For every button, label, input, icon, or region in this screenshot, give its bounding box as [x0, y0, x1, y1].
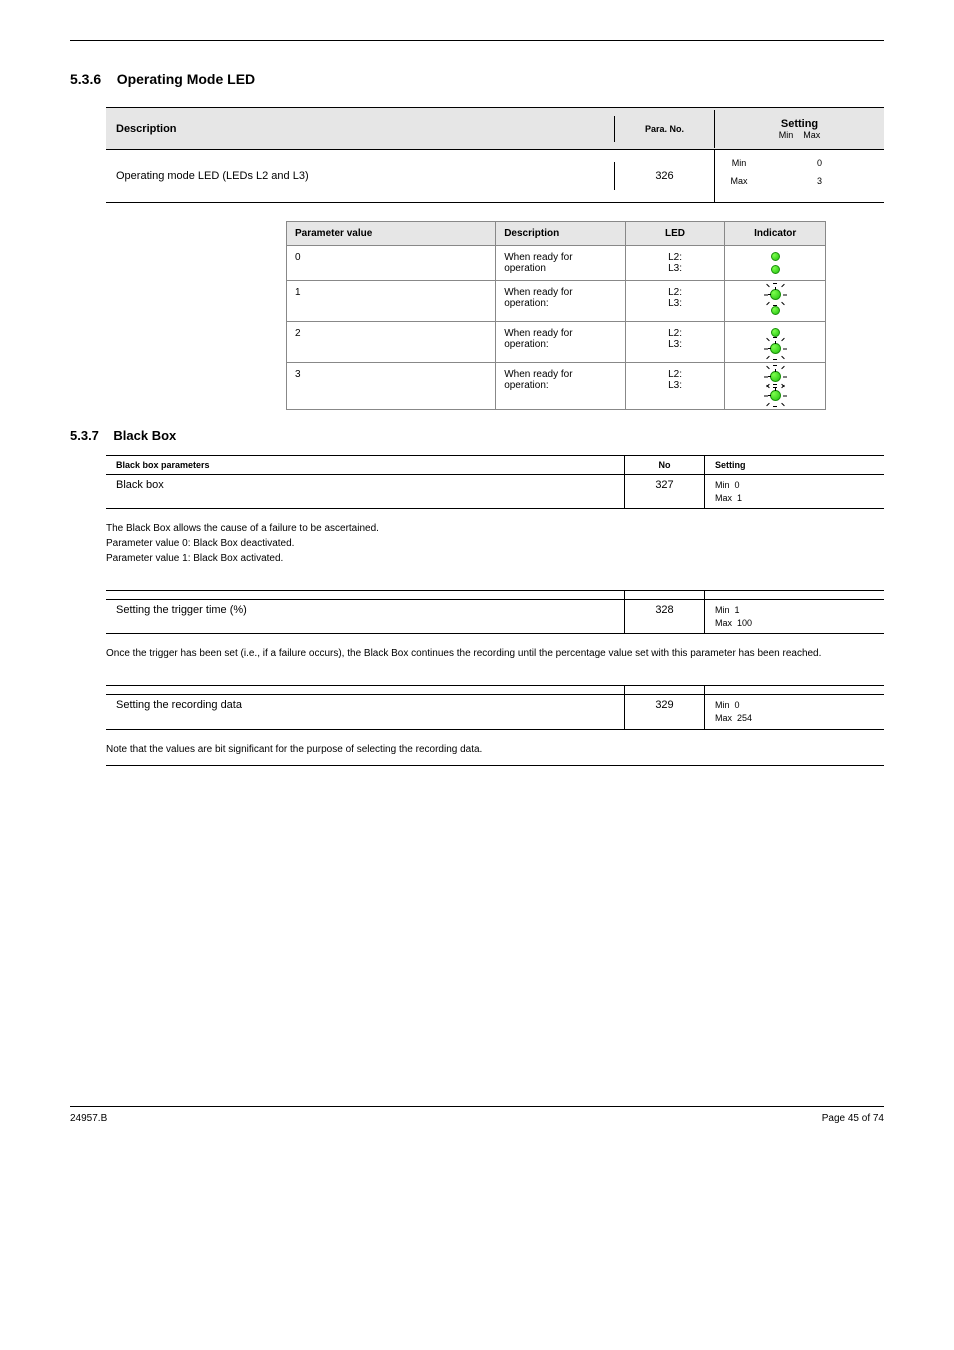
led-flash-icon — [768, 388, 783, 403]
indicator-header-row: Parameter value Description LED Indicato… — [287, 222, 825, 245]
ind-led: L2: L3: — [626, 322, 726, 362]
trig-row-num: 328 — [624, 600, 704, 633]
data-bottom-rule — [106, 765, 884, 766]
data-row-desc: Setting the recording data — [106, 695, 624, 728]
data-param-table: Setting the recording data 329 Min 0 Max… — [106, 685, 884, 729]
bb-row-set: Min 0 Max 1 — [704, 475, 884, 508]
ind-desc: When ready for operation — [496, 246, 626, 280]
bb-hdr-set: Setting — [704, 456, 884, 474]
top-rule — [70, 40, 884, 41]
ind-hdr-3: Indicator — [725, 222, 825, 245]
ind-hdr-0: Parameter value — [287, 222, 496, 245]
trigger-param-table: Setting the trigger time (%) 328 Min 1 M… — [106, 590, 884, 634]
bb-hdr-desc: Black box parameters — [106, 456, 624, 474]
page-footer: 24957.B Page 45 of 74 — [70, 1107, 884, 1130]
indicator-row: 1 When ready for operation: L2: L3: — [287, 280, 825, 321]
section-number: 5.3.6 — [70, 71, 101, 87]
param-desc: Operating mode LED (LEDs L2 and L3) — [106, 162, 614, 190]
ind-desc: When ready for operation: — [496, 363, 626, 409]
led-flash-icon — [768, 369, 783, 384]
trig-row-desc: Setting the trigger time (%) — [106, 600, 624, 633]
bb-hdr-num: No — [624, 456, 704, 474]
indicator-row: 3 When ready for operation: L2: L3: — [287, 362, 825, 409]
col-header-desc: Description — [106, 115, 614, 143]
led-on-icon — [771, 306, 780, 315]
ind-hdr-2: LED — [626, 222, 726, 245]
bb-row-num: 327 — [624, 475, 704, 508]
ind-val: 1 — [287, 281, 496, 321]
ind-led: L2: L3: — [626, 246, 726, 280]
ind-indicator — [725, 246, 825, 280]
section-heading-operating-mode: 5.3.6 Operating Mode LED — [70, 71, 884, 87]
ind-indicator — [725, 281, 825, 321]
data-body-row: Setting the recording data 329 Min 0 Max… — [106, 694, 884, 729]
section-title: Operating Mode LED — [117, 71, 255, 87]
blackbox-section-title: Black Box — [113, 428, 176, 443]
indicator-table: Parameter value Description LED Indicato… — [286, 221, 826, 410]
ind-led: L2: L3: — [626, 281, 726, 321]
section-heading-blackbox: 5.3.7 Black Box — [70, 428, 884, 443]
led-flash-icon — [768, 287, 783, 302]
blackbox-param-table: Black box parameters No Setting Black bo… — [106, 455, 884, 509]
ind-desc: When ready for operation: — [496, 322, 626, 362]
ind-desc: When ready for operation: — [496, 281, 626, 321]
blackbox-block: Black box parameters No Setting Black bo… — [106, 455, 884, 766]
indicator-row: 2 When ready for operation: L2: L3: — [287, 321, 825, 362]
param-body-row: Operating mode LED (LEDs L2 and L3) 326 … — [106, 149, 884, 203]
bb-row-desc: Black box — [106, 475, 624, 508]
col-header-set: Setting Min Max — [714, 110, 884, 148]
data-explain: Note that the values are bit significant… — [106, 742, 884, 757]
blackbox-explain: The Black Box allows the cause of a fail… — [106, 521, 884, 566]
ind-hdr-1: Description — [496, 222, 626, 245]
led-on-icon — [771, 252, 780, 261]
operating-mode-param-table: Description Para. No. Setting Min Max Op… — [106, 107, 884, 203]
col-header-num-label: Para. No. — [619, 124, 710, 134]
ind-indicator — [725, 322, 825, 362]
param-header-row: Description Para. No. Setting Min Max — [106, 107, 884, 149]
ind-val: 3 — [287, 363, 496, 409]
blackbox-section-number: 5.3.7 — [70, 428, 99, 443]
indicator-table-wrap: Parameter value Description LED Indicato… — [286, 221, 826, 410]
trig-body-row: Setting the trigger time (%) 328 Min 1 M… — [106, 599, 884, 634]
ind-led: L2: L3: — [626, 363, 726, 409]
param-num: 326 — [614, 162, 714, 190]
data-row-num: 329 — [624, 695, 704, 728]
led-on-icon — [771, 328, 780, 337]
operating-mode-block: Description Para. No. Setting Min Max Op… — [106, 107, 884, 410]
col-header-set-label: Setting — [719, 118, 880, 130]
trig-row-set: Min 1 Max 100 — [704, 600, 884, 633]
indicator-row: 0 When ready for operation L2: L3: — [287, 245, 825, 280]
page: 5.3.6 Operating Mode LED Description Par… — [0, 0, 954, 1170]
bb-header-row: Black box parameters No Setting — [106, 455, 884, 474]
footer-right: Page 45 of 74 — [822, 1113, 884, 1124]
led-flash-icon — [768, 341, 783, 356]
bb-body-row: Black box 327 Min 0 Max 1 — [106, 474, 884, 509]
ind-val: 2 — [287, 322, 496, 362]
col-header-set-hint: Min Max — [719, 130, 880, 140]
ind-val: 0 — [287, 246, 496, 280]
ind-indicator — [725, 363, 825, 409]
footer-left: 24957.B — [70, 1113, 107, 1124]
data-row-set: Min 0 Max 254 — [704, 695, 884, 728]
param-set: Min 0 Max 3 — [714, 150, 884, 202]
data-header-spacer — [106, 685, 884, 694]
trigger-explain: Once the trigger has been set (i.e., if … — [106, 646, 884, 661]
col-header-num: Para. No. — [614, 116, 714, 142]
led-on-icon — [771, 265, 780, 274]
trig-header-spacer — [106, 590, 884, 599]
